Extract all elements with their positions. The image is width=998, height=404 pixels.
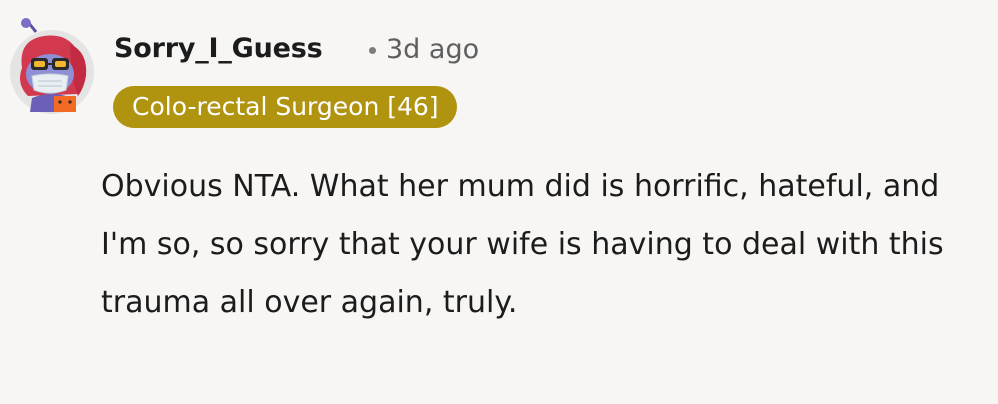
comment-timestamp[interactable]: 3d ago bbox=[386, 34, 479, 65]
comment-author-link[interactable]: Sorry_I_Guess bbox=[114, 33, 323, 64]
avatar[interactable] bbox=[8, 18, 96, 114]
snoo-avatar-icon bbox=[10, 18, 94, 114]
user-flair-badge: Colo-rectal Surgeon [46] bbox=[113, 86, 457, 128]
comment-body: Obvious NTA. What her mum did is horrifi… bbox=[101, 169, 944, 320]
comment: Sorry_I_Guess 3d ago Colo-rectal Surgeon… bbox=[0, 0, 998, 404]
separator-dot bbox=[369, 47, 376, 54]
